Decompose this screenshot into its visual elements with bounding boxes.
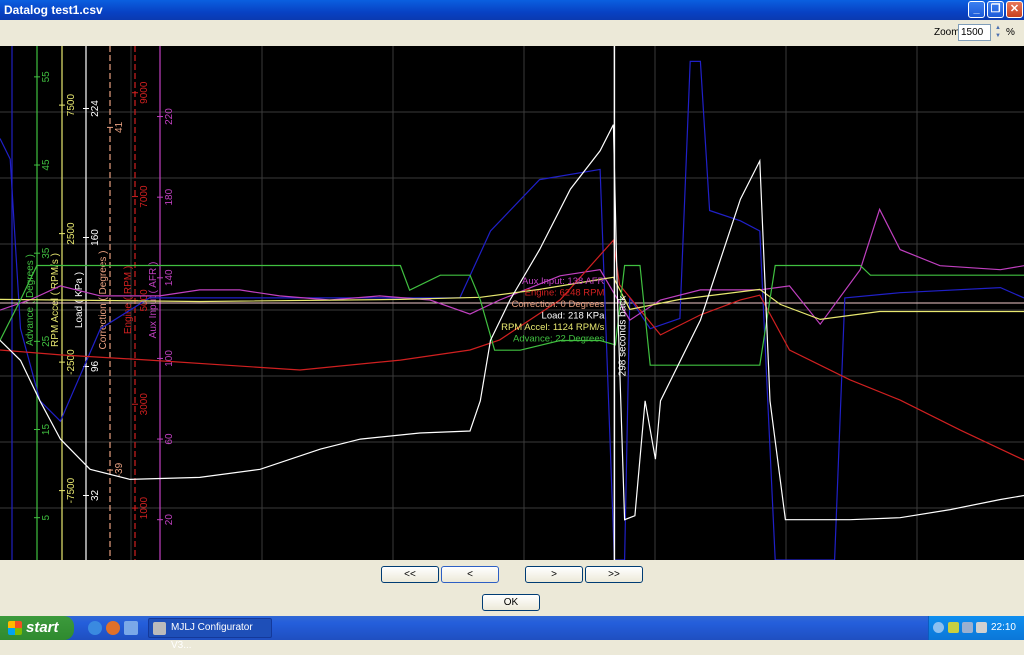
last-button[interactable]: >> (585, 566, 643, 583)
restore-button[interactable]: ❐ (987, 1, 1004, 18)
cursor-readout: Load: 218 KPa (542, 311, 606, 322)
zoom-spinner[interactable]: ▲ ▼ (993, 24, 1003, 41)
chart-svg[interactable]: 51525354555Advance ( Degrees )-7500-2500… (0, 46, 1024, 561)
safely-remove-icon[interactable] (976, 622, 987, 633)
correction-tick-label: 41 (114, 121, 125, 133)
afr-tick-label: 20 (164, 514, 175, 526)
minimize-button[interactable]: _ (968, 1, 985, 18)
advance-tick-label: 45 (41, 159, 52, 171)
window-title: Datalog test1.csv (4, 3, 103, 17)
advance-tick-label: 55 (41, 71, 52, 83)
zoom-input[interactable] (958, 24, 991, 41)
datalog-chart[interactable]: 5 15 25 35 45 55 Advance ( Degrees ) -7500 -2500… (0, 46, 1024, 561)
load-tick-label: 32 (90, 489, 101, 501)
cursor-readout: RPM Accel: 1124 RPM/s (501, 322, 605, 333)
afr-tick-label: 220 (164, 108, 175, 125)
afr-tick-label: 180 (164, 188, 175, 205)
accel-tick-label: -2500 (66, 349, 77, 375)
spin-down-icon[interactable]: ▼ (993, 32, 1003, 40)
afr-tick-label: 140 (164, 269, 175, 286)
afr-tick-label: 100 (164, 350, 175, 367)
zoom-label: Zoom (934, 27, 960, 38)
system-tray: 22:10 (928, 616, 1024, 640)
taskbar-item-mjlj[interactable]: MJLJ Configurator V3... (148, 618, 272, 651)
clock: 22:10 (990, 622, 1016, 633)
ok-button[interactable]: OK (482, 594, 540, 611)
rpm-tick-label: 7000 (139, 185, 150, 208)
accel-tick-label: 2500 (66, 222, 77, 245)
next-button[interactable]: > (525, 566, 583, 583)
prev-button[interactable]: < (441, 566, 499, 583)
toolbar: Zoom ▲▼ % (0, 20, 1024, 46)
spin-up-icon[interactable]: ▲ (993, 24, 1003, 32)
cursor-readout: Advance: 22 Degrees (513, 334, 605, 345)
rpm-tick-label: 9000 (139, 81, 150, 104)
title-bar: Datalog test1.csv _ ❐ ✕ (0, 0, 1024, 20)
accel-tick-label: -7500 (66, 477, 77, 503)
task-label: MJLJ Configurator V3... (171, 622, 253, 651)
start-label: start (26, 619, 59, 636)
taskbar: start MJLJ Configurator V3... 22:10 (0, 616, 1024, 651)
load-tick-label: 224 (90, 100, 101, 117)
ie-icon[interactable] (88, 621, 102, 635)
close-button[interactable]: ✕ (1006, 1, 1023, 18)
cursor-readout: Correction: 0 Degrees (511, 299, 604, 310)
rpm-tick-label: 3000 (139, 393, 150, 416)
rpm-axis-title: Engine ( RPM ) (123, 266, 134, 334)
firefox-icon[interactable] (106, 621, 120, 635)
show-desktop-icon[interactable] (124, 621, 138, 635)
cursor-readout: Engine: 6248 RPM (525, 288, 605, 299)
network-icon[interactable] (962, 622, 973, 633)
app-icon (153, 622, 166, 635)
first-button[interactable]: << (381, 566, 439, 583)
windows-logo-icon (8, 621, 22, 635)
advance-tick-label: 15 (41, 424, 52, 436)
zoom-unit: % (1006, 27, 1015, 38)
afr-axis-title: Aux Input ( AFR ) (148, 262, 159, 339)
load-tick-label: 160 (90, 229, 101, 246)
accel-tick-label: 7500 (66, 94, 77, 117)
advance-tick-label: 5 (41, 514, 52, 520)
rpm-tick-label: 1000 (139, 497, 150, 520)
expand-tray-icon[interactable] (933, 622, 944, 633)
cursor-seconds-label: 298 seconds back (617, 295, 628, 377)
cursor-readout: Aux Input: 138 AFR (522, 276, 605, 287)
correction-tick-label: -39 (114, 462, 125, 477)
start-button[interactable]: start (0, 616, 74, 640)
load-tick-label: 96 (90, 360, 101, 372)
afr-tick-label: 60 (164, 433, 175, 445)
tray-app-icon[interactable] (948, 622, 959, 633)
